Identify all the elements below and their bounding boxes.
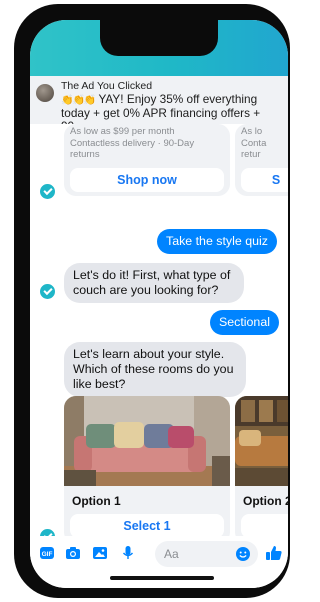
home-indicator [110,576,214,580]
microphone-icon[interactable] [121,546,135,560]
option-label: Option 1 [72,494,121,508]
product-details-extra: retur [241,149,261,160]
option-label: Option 2 [243,494,288,508]
product-price: As low as $99 per month [70,126,175,137]
incoming-message-couch: Let's do it! First, what type of couch a… [64,263,244,303]
thumbs-up-icon[interactable] [266,545,282,560]
shop-now-button[interactable]: S [241,168,288,192]
room-image [235,396,288,486]
select-option-button[interactable]: Select 1 [70,514,224,538]
bot-avatar-icon [40,184,55,199]
room-image [64,396,230,486]
product-details: Conta [241,138,267,149]
room-illustration [64,396,230,486]
outgoing-message-quiz: Take the style quiz [157,229,277,254]
ad-label: The Ad You Clicked [61,80,153,92]
room-illustration [235,396,288,486]
ad-header[interactable]: The Ad You Clicked 👏👏👏 YAY! Enjoy 35% of… [30,76,288,133]
bot-avatar-icon [40,284,55,299]
emoji-icon[interactable] [236,547,250,561]
product-details: Contactless delivery · 90-Day returns [70,138,195,160]
chat-area[interactable]: As low as $99 per month Contactless deli… [30,124,288,544]
incoming-message-rooms: Let's learn about your style. Which of t… [64,342,246,397]
message-composer: GIF Aa [30,536,288,588]
option-card[interactable]: Option 2 [235,396,288,544]
product-price: As lo [241,126,263,137]
product-card[interactable]: As lo Conta retur S [235,124,288,196]
product-card[interactable]: As low as $99 per month Contactless deli… [64,124,230,196]
gif-icon[interactable]: GIF [40,546,54,560]
outgoing-message-sectional: Sectional [210,310,279,335]
option-card[interactable]: Option 1 Select 1 [64,396,230,544]
gif-label: GIF [42,551,53,558]
clap-emoji-icon: 👏👏👏 [61,95,96,106]
select-option-button[interactable] [241,514,288,538]
phone-notch [100,20,218,56]
image-icon[interactable] [93,546,107,560]
camera-icon[interactable] [66,546,80,560]
messenger-screen: The Ad You Clicked 👏👏👏 YAY! Enjoy 35% of… [30,20,288,588]
shop-now-button[interactable]: Shop now [70,168,224,192]
page-avatar [36,84,54,102]
message-input-placeholder: Aa [164,547,179,561]
